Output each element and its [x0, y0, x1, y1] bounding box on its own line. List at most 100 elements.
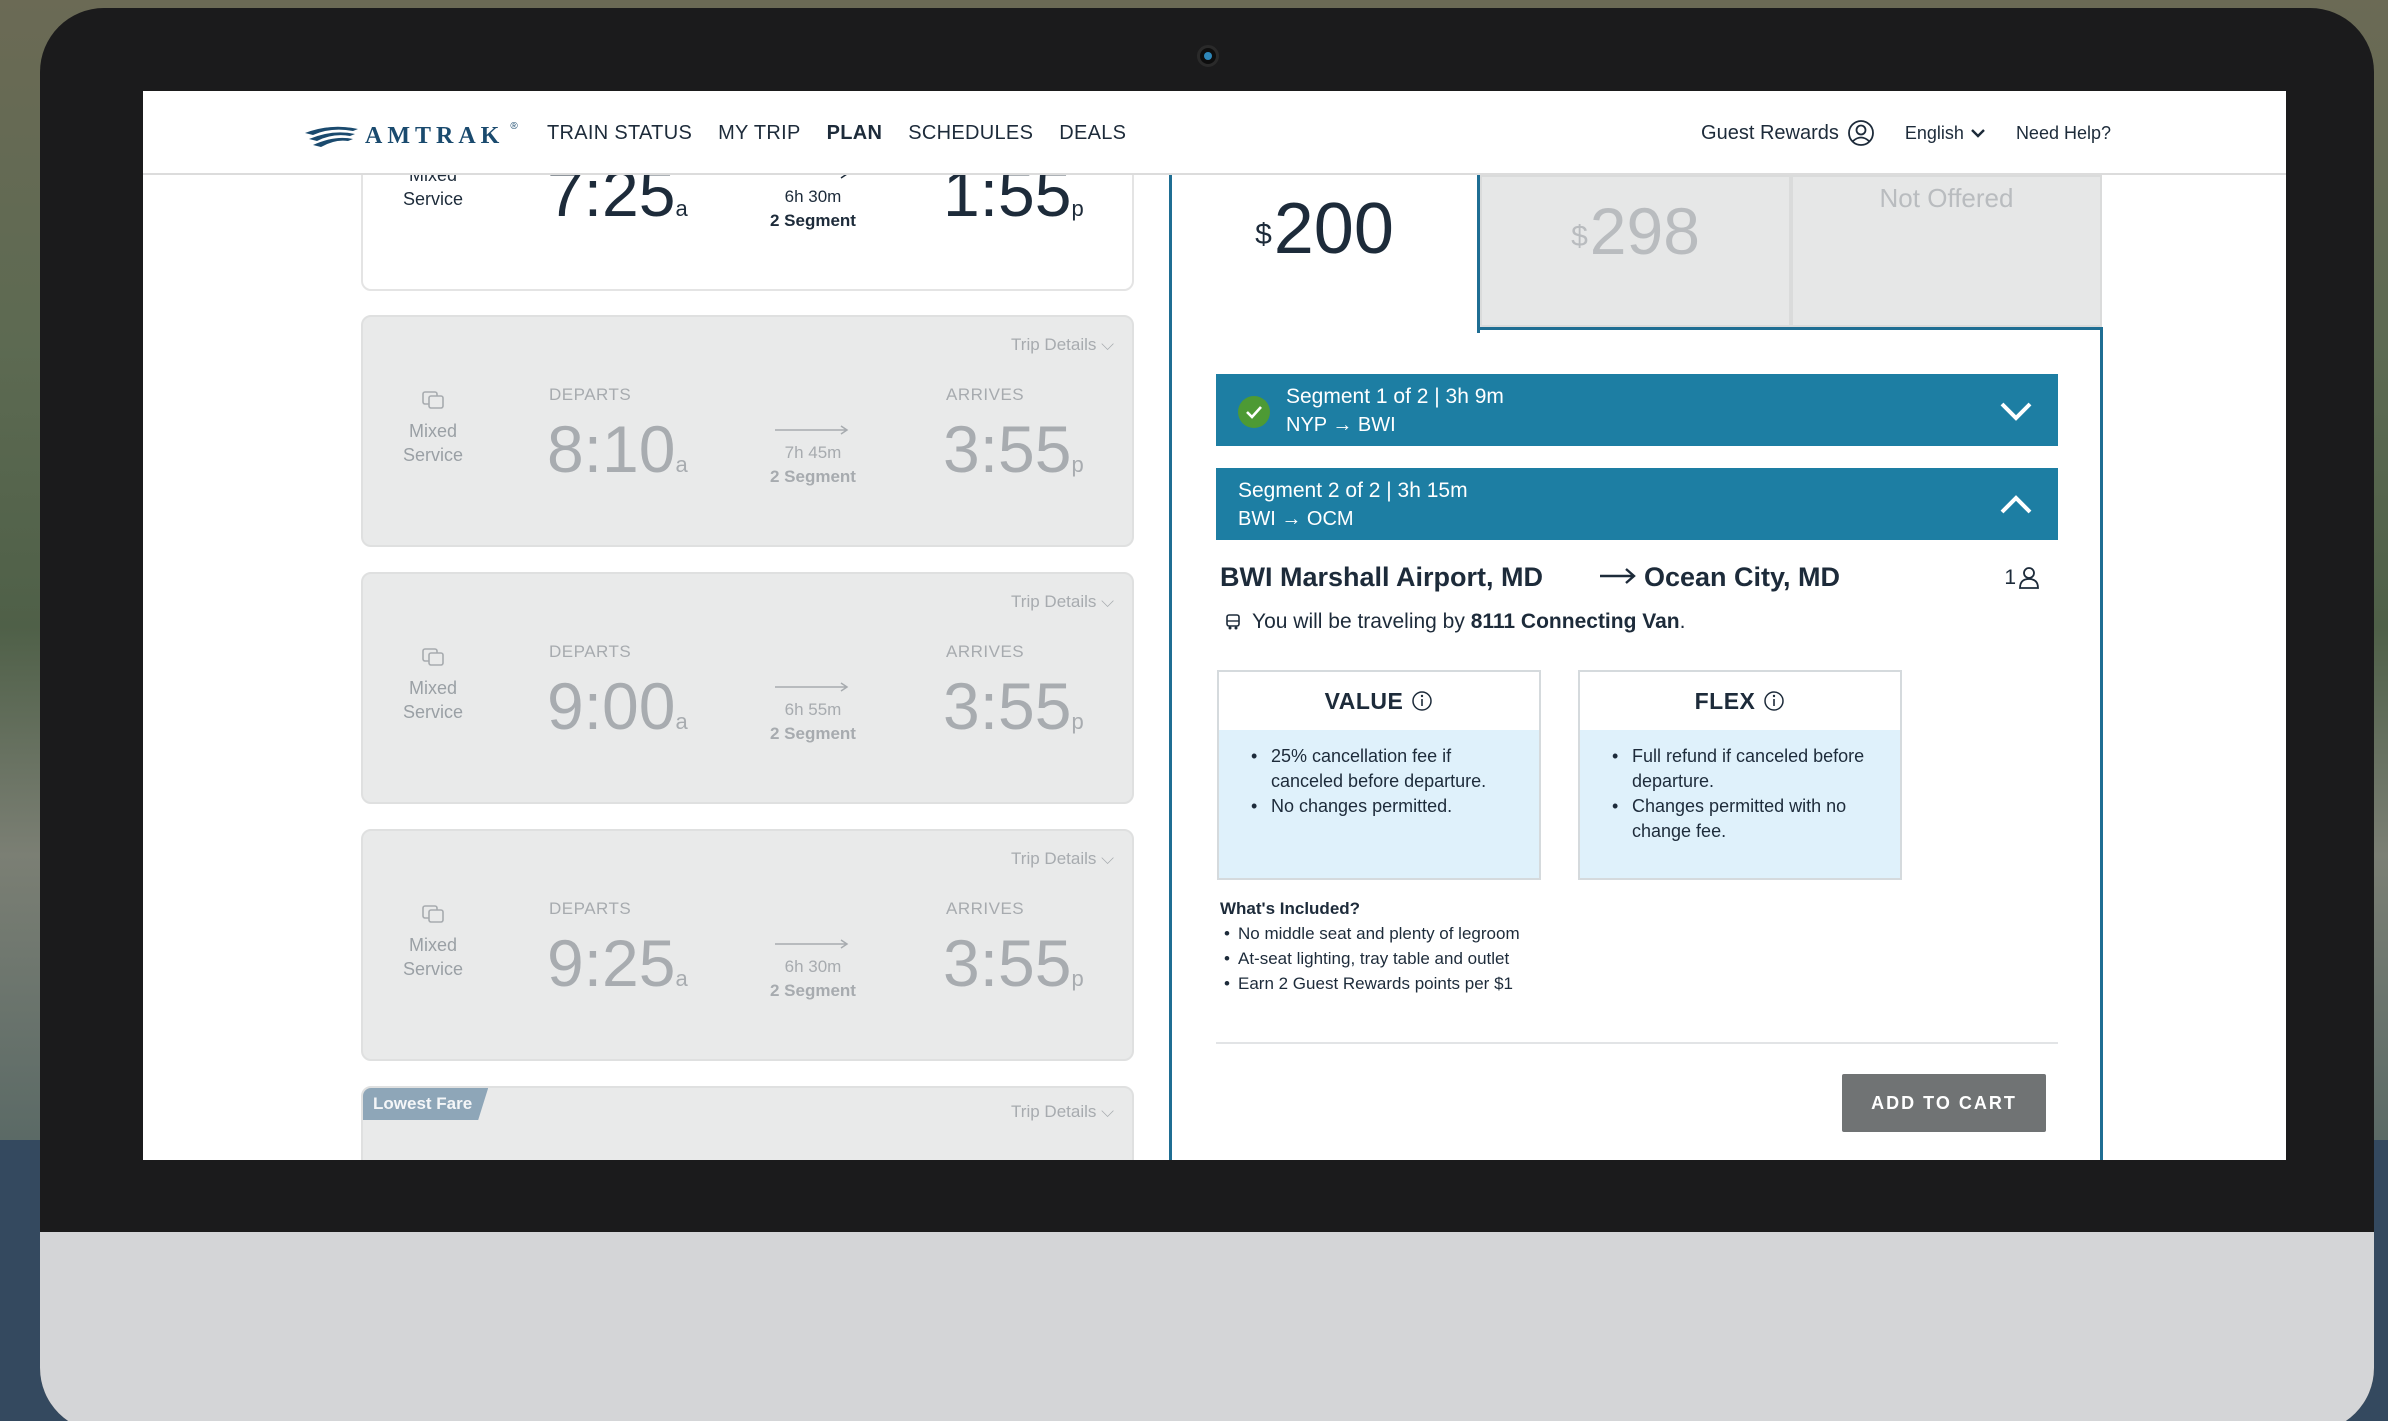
segment-route-detail: BWI Marshall Airport, MD Ocean City, MD … [1220, 562, 2060, 602]
info-icon[interactable] [1411, 690, 1433, 712]
trip-details-link[interactable]: Trip Details ⌵ [1011, 849, 1114, 869]
travel-note: You will be traveling by 8111 Connecting… [1224, 610, 1685, 634]
service-label: Mixed Service [402, 935, 464, 979]
add-to-cart-button[interactable]: ADD TO CART [1842, 1074, 2046, 1132]
nav-schedules[interactable]: SCHEDULES [908, 122, 1033, 145]
fare-term: No changes permitted. [1251, 794, 1519, 819]
segment-1-header[interactable]: Segment 1 of 2 | 3h 9m NYP → BWI [1216, 374, 2058, 446]
train-result-card[interactable]: Trip Details ⌵ Mixed Service DEPARTS 8:1… [361, 315, 1134, 547]
amtrak-wordmark: AMTRAK [365, 122, 505, 149]
mixed-service-icon [422, 391, 444, 409]
chevron-up-icon [2000, 495, 2032, 514]
segment-route: NYP → BWI [1286, 414, 1396, 436]
fare-term: Full refund if canceled before departure… [1612, 744, 1880, 794]
check-icon [1238, 396, 1270, 428]
trip-details-link[interactable]: Trip Details ⌵ [1011, 592, 1114, 612]
nav-plan[interactable]: PLAN [827, 122, 883, 145]
service-label: Mixed Service [402, 678, 464, 722]
need-help-link[interactable]: Need Help? [2016, 123, 2111, 144]
duration-text: 7h 45m [784, 443, 842, 462]
mixed-service-icon [422, 648, 444, 666]
departs-label: DEPARTS [549, 642, 632, 661]
fare-tab-first: Not Offered [1791, 175, 2102, 327]
trip-details-link[interactable]: Trip Details ⌵ [1011, 1102, 1114, 1122]
train-result-card[interactable]: Trip Details ⌵ Mixed Service DEPARTS 9:2… [361, 829, 1134, 1061]
duration-text: 6h 30m [784, 957, 842, 976]
included-title: What's Included? [1220, 899, 1361, 918]
origin-station: BWI Marshall Airport, MD [1220, 562, 1544, 592]
camera-icon [1197, 45, 1219, 67]
registered-mark: ® [510, 121, 518, 132]
train-results-list: Mixed Service DEPARTS 7:25a 6h 30m 2 Seg… [361, 91, 1134, 1160]
segment-count: 2 Segment [770, 211, 856, 230]
amtrak-logo[interactable]: AMTRAK ® [303, 121, 518, 151]
guest-rewards-link[interactable]: Guest Rewards [1701, 119, 1875, 147]
included-item: No middle seat and plenty of legroom [1220, 921, 1520, 946]
nav-deals[interactable]: DEALS [1059, 122, 1126, 145]
guest-rewards-label: Guest Rewards [1701, 121, 1839, 144]
trip-details-link[interactable]: Trip Details ⌵ [1011, 335, 1114, 355]
trip-duration: 6h 30m 2 Segment [753, 169, 873, 233]
arrow-right-icon [775, 939, 849, 949]
fare-tab-business[interactable]: $298 [1480, 175, 1791, 327]
train-result-card[interactable]: Trip Details ⌵ Mixed Service DEPARTS 9:0… [361, 572, 1134, 804]
not-offered-label: Not Offered [1879, 183, 2014, 213]
service-type: Mixed Service [383, 905, 483, 981]
arrive-time: 3:55p [943, 926, 1084, 1000]
fare-option-name: FLEX [1694, 687, 1756, 714]
service-type: Mixed Service [383, 391, 483, 467]
segment-route: BWI → OCM [1238, 508, 1354, 530]
whats-included: What's Included? No middle seat and plen… [1220, 896, 1520, 996]
fare-price: $298 [1571, 194, 1700, 268]
departs-label: DEPARTS [549, 899, 632, 918]
segment-title: Segment 2 of 2 | 3h 15m [1238, 479, 1468, 502]
train-result-card[interactable]: Lowest Fare Trip Details ⌵ [361, 1086, 1134, 1160]
segment-count: 2 Segment [770, 981, 856, 1000]
segment-2-header[interactable]: Segment 2 of 2 | 3h 15m BWI → OCM [1216, 468, 2058, 540]
vehicle-name: 8111 Connecting Van [1470, 610, 1680, 633]
service-type: Mixed Service [383, 648, 483, 724]
amtrak-logo-icon [305, 126, 358, 147]
fare-panel: $200 $298 Not Offered Segment 1 of 2 | 3… [1169, 175, 2103, 1160]
fare-option-header: VALUE [1219, 672, 1539, 730]
fare-option-flex[interactable]: FLEX Full refund if canceled before depa… [1578, 670, 1902, 880]
language-selector[interactable]: English [1905, 123, 1986, 144]
arrive-time: 3:55p [943, 669, 1084, 743]
arrives-label: ARRIVES [946, 385, 1025, 404]
fare-tab-coach[interactable]: $200 [1169, 175, 1480, 333]
depart-time: 8:10a [547, 412, 688, 486]
monitor-chin [40, 1232, 2374, 1421]
trip-duration: 7h 45m 2 Segment [753, 425, 873, 489]
fare-detail-body: Segment 1 of 2 | 3h 9m NYP → BWI Segment… [1169, 327, 2103, 1160]
nav-my-trip[interactable]: MY TRIP [718, 122, 801, 145]
bus-icon [1226, 614, 1240, 630]
fare-price: $200 [1255, 189, 1394, 269]
segment-title: Segment 1 of 2 | 3h 9m [1286, 385, 1504, 408]
trip-duration: 6h 30m 2 Segment [753, 939, 873, 1003]
departs-label: DEPARTS [549, 385, 632, 404]
segment-count: 2 Segment [770, 724, 856, 743]
site-header: AMTRAK ® TRAIN STATUS MY TRIP PLAN SCHED… [143, 91, 2286, 175]
fare-option-value[interactable]: VALUE 25% cancellation fee if canceled b… [1217, 670, 1541, 880]
arrives-label: ARRIVES [946, 642, 1025, 661]
header-utility: Guest Rewards English Need Help? [1701, 91, 2111, 175]
arrow-right-icon [1600, 568, 1636, 584]
chevron-down-icon [2000, 402, 2032, 421]
divider [1216, 1042, 2058, 1044]
main-nav: TRAIN STATUS MY TRIP PLAN SCHEDULES DEAL… [547, 91, 1126, 175]
destination-station: Ocean City, MD [1644, 562, 1841, 592]
included-item: Earn 2 Guest Rewards points per $1 [1220, 971, 1520, 996]
fare-option-header: FLEX [1580, 672, 1900, 730]
browser-screen: AMTRAK ® TRAIN STATUS MY TRIP PLAN SCHED… [143, 91, 2286, 1160]
info-icon[interactable] [1763, 690, 1785, 712]
fare-option-name: VALUE [1324, 687, 1404, 714]
fare-term: Changes permitted with no change fee. [1612, 794, 1880, 844]
depart-time: 9:25a [547, 926, 688, 1000]
fare-option-terms: 25% cancellation fee if canceled before … [1219, 730, 1539, 878]
segment-count: 2 Segment [770, 467, 856, 486]
user-circle-icon [1847, 120, 1874, 146]
nav-train-status[interactable]: TRAIN STATUS [547, 122, 692, 145]
service-label: Mixed Service [402, 421, 464, 465]
language-label: English [1904, 122, 1964, 143]
chevron-down-icon [1971, 129, 1985, 138]
